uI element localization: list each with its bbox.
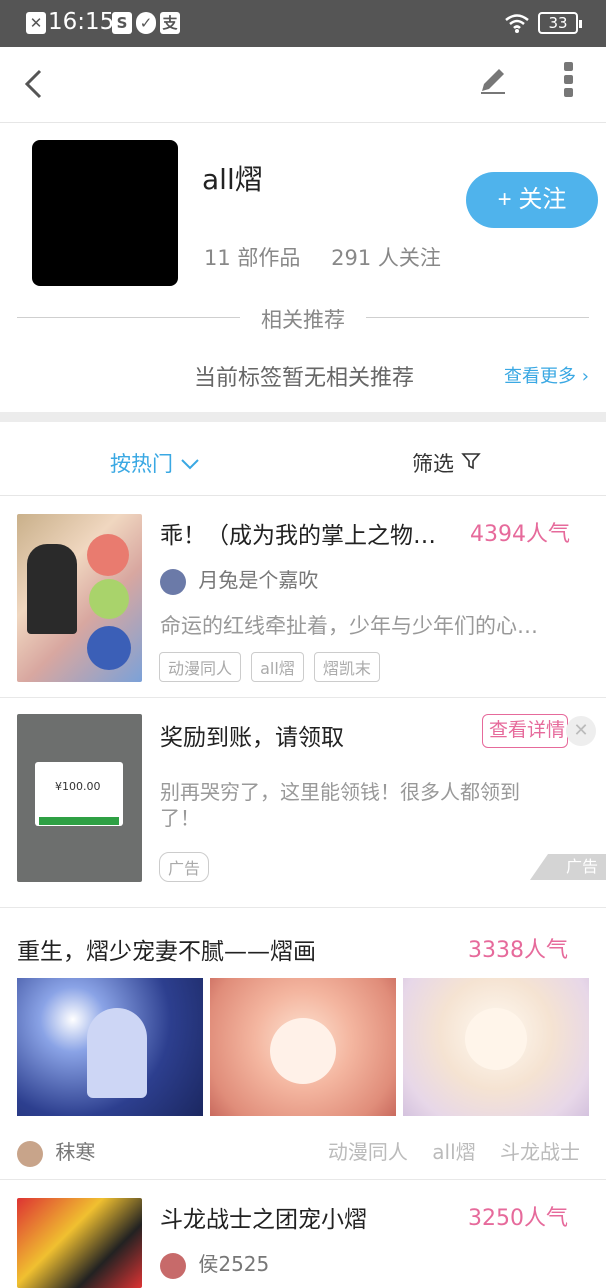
cover-image bbox=[403, 978, 589, 1116]
popularity: 3338人气 bbox=[468, 938, 568, 963]
close-box-icon: ✕ bbox=[26, 12, 46, 34]
tag[interactable]: 动漫同人 bbox=[328, 1140, 408, 1164]
see-more-link[interactable]: 查看更多 › bbox=[504, 362, 589, 388]
author-name: 侯2525 bbox=[198, 1252, 270, 1276]
ad-title: 奖励到账，请领取 bbox=[160, 725, 344, 751]
author-name: 月兔是个嘉吹 bbox=[198, 568, 319, 592]
item-title: 乖！（成为我的掌上之物… bbox=[160, 523, 436, 549]
list-item[interactable]: 斗龙战士之团宠小熠 3250人气 侯2525 bbox=[0, 1180, 606, 1288]
sort-label: 按热门 bbox=[110, 452, 173, 476]
avatar bbox=[32, 140, 178, 286]
tag-list: 动漫同人 all熠 熠凯末 bbox=[159, 652, 385, 682]
ad-description-line2: 了！ bbox=[160, 806, 200, 830]
cover-image bbox=[17, 978, 203, 1116]
check-circle-icon: ✓ bbox=[136, 12, 156, 34]
author[interactable]: 月兔是个嘉吹 bbox=[160, 564, 318, 595]
status-time: 16:15 bbox=[48, 9, 115, 35]
section-gap bbox=[0, 412, 606, 422]
item-title: 斗龙战士之团宠小熠 bbox=[160, 1207, 367, 1233]
s-icon: S bbox=[112, 12, 132, 34]
sort-hot-dropdown[interactable]: 按热门 bbox=[110, 448, 200, 478]
list-item[interactable]: 重生，熠少宠妻不腻——熠画 3338人气 秣寒 动漫同人 all熠 斗龙战士 bbox=[0, 908, 606, 1180]
divider bbox=[366, 317, 589, 318]
top-bar bbox=[0, 47, 606, 123]
pay-icon: 支 bbox=[160, 12, 180, 34]
pencil-icon[interactable] bbox=[478, 65, 508, 95]
tag[interactable]: 动漫同人 bbox=[159, 652, 242, 682]
author-avatar bbox=[160, 1252, 186, 1279]
funnel-icon bbox=[460, 453, 481, 470]
ad-description-line1: 别再哭穷了，这里能领钱！很多人都领到 bbox=[160, 780, 520, 804]
close-icon[interactable]: ✕ bbox=[566, 716, 596, 746]
popularity: 3250人气 bbox=[468, 1206, 568, 1231]
wifi-icon bbox=[505, 14, 529, 33]
author[interactable]: 侯2525 bbox=[160, 1248, 269, 1279]
back-chevron-icon[interactable] bbox=[22, 69, 46, 99]
followers-count: 291 人关注 bbox=[331, 246, 441, 270]
cover-image bbox=[17, 514, 142, 682]
author[interactable]: 秣寒 bbox=[17, 1136, 95, 1167]
author-name: 秣寒 bbox=[55, 1140, 96, 1164]
tag[interactable]: 熠凯末 bbox=[313, 652, 380, 682]
ad-badge: 广告 bbox=[159, 852, 210, 882]
filter-bar: 按热门 筛选 bbox=[0, 422, 606, 496]
battery-indicator: 33 bbox=[538, 12, 582, 34]
ad-item[interactable]: ¥100.00 奖励到账，请领取 查看详情 ✕ 别再哭穷了，这里能领钱！很多人都… bbox=[0, 698, 606, 908]
cover-image bbox=[210, 978, 396, 1116]
works-count: 11 部作品 bbox=[204, 246, 301, 270]
related-title: 相关推荐 bbox=[261, 308, 345, 332]
author-avatar bbox=[17, 1140, 43, 1167]
tag[interactable]: all熠 bbox=[432, 1140, 475, 1164]
tag-name: all熠 bbox=[202, 163, 263, 196]
cover-image bbox=[17, 1198, 142, 1288]
ad-corner-badge: 广告 bbox=[530, 854, 606, 880]
no-related-text: 当前标签暂无相关推荐 bbox=[194, 366, 415, 391]
filter-button[interactable]: 筛选 bbox=[412, 448, 481, 478]
follow-button[interactable]: + 关注 bbox=[466, 172, 598, 228]
item-title: 重生，熠少宠妻不腻——熠画 bbox=[17, 939, 316, 965]
chevron-down-icon bbox=[180, 459, 199, 470]
popularity: 4394人气 bbox=[470, 522, 570, 547]
tag-stats: 11 部作品 291 人关注 bbox=[204, 242, 465, 272]
view-details-button[interactable]: 查看详情 bbox=[482, 714, 568, 748]
tag-profile: all熠 11 部作品 291 人关注 + 关注 相关推荐 当前标签暂无相关推荐… bbox=[0, 124, 606, 412]
author-avatar bbox=[160, 568, 186, 595]
tag-list: 动漫同人 all熠 斗龙战士 bbox=[310, 1136, 580, 1165]
tag[interactable]: 斗龙战士 bbox=[500, 1140, 580, 1164]
list-item[interactable]: 乖！（成为我的掌上之物… 4394人气 月兔是个嘉吹 命运的红线牵扯着，少年与少… bbox=[0, 496, 606, 698]
see-more-label: 查看更多 bbox=[504, 366, 576, 387]
vertical-dots-icon[interactable] bbox=[562, 61, 576, 99]
ad-amount: ¥100.00 bbox=[55, 780, 101, 793]
tag[interactable]: all熠 bbox=[251, 652, 304, 682]
filter-label: 筛选 bbox=[412, 452, 454, 476]
ad-image: ¥100.00 bbox=[17, 714, 142, 882]
chevron-right-icon: › bbox=[581, 366, 589, 387]
item-description: 命运的红线牵扯着，少年与少年们的心… bbox=[160, 614, 538, 638]
status-bar: ✕ 16:15 S ✓ 支 33 bbox=[0, 0, 606, 47]
